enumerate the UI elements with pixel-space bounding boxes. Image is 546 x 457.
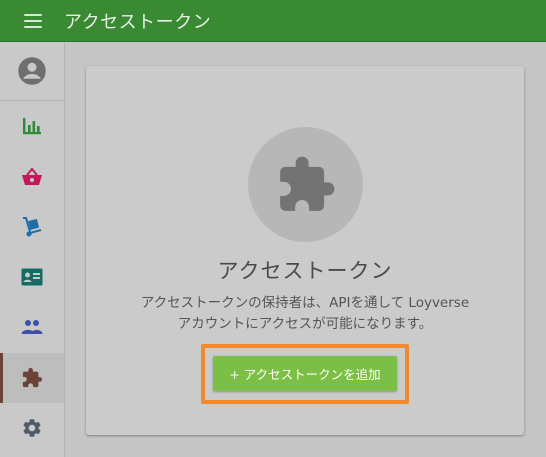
sidebar-item-integrations[interactable] xyxy=(0,353,64,403)
description-line-1: アクセストークンの保持者は、APIを通して Loyverse xyxy=(140,295,470,311)
hand-truck-icon xyxy=(23,217,42,237)
contact-card-icon xyxy=(21,268,43,286)
gear-icon xyxy=(23,419,41,437)
sidebar-item-customers[interactable] xyxy=(0,302,64,352)
description-line-2: アカウントにアクセスが可能になります。 xyxy=(177,316,433,332)
page-title: アクセストークン xyxy=(64,11,212,33)
sidebar-item-inventory[interactable] xyxy=(0,202,64,252)
people-icon xyxy=(21,320,43,334)
app-header: アクセストークン xyxy=(0,0,546,42)
empty-state-title: アクセストークン xyxy=(217,259,393,283)
empty-state-illustration xyxy=(248,127,363,242)
add-access-token-button[interactable]: + アクセストークンを追加 xyxy=(213,356,397,391)
sidebar-item-account[interactable] xyxy=(0,42,64,101)
puzzle-piece-icon xyxy=(22,367,43,388)
sidebar-item-settings[interactable] xyxy=(0,403,64,453)
bar-chart-icon xyxy=(23,118,41,135)
account-circle-icon xyxy=(18,57,46,85)
empty-state-description: アクセストークンの保持者は、APIを通して Loyverse アカウントにアクセ… xyxy=(116,293,494,335)
shopping-basket-icon xyxy=(22,167,42,185)
sidebar-item-items[interactable] xyxy=(0,152,64,202)
sidebar-item-reports[interactable] xyxy=(0,101,64,151)
puzzle-piece-icon xyxy=(279,156,334,211)
sidebar-item-employees[interactable] xyxy=(0,252,64,302)
sidebar-nav xyxy=(0,42,65,457)
hamburger-menu-icon[interactable] xyxy=(24,13,42,28)
